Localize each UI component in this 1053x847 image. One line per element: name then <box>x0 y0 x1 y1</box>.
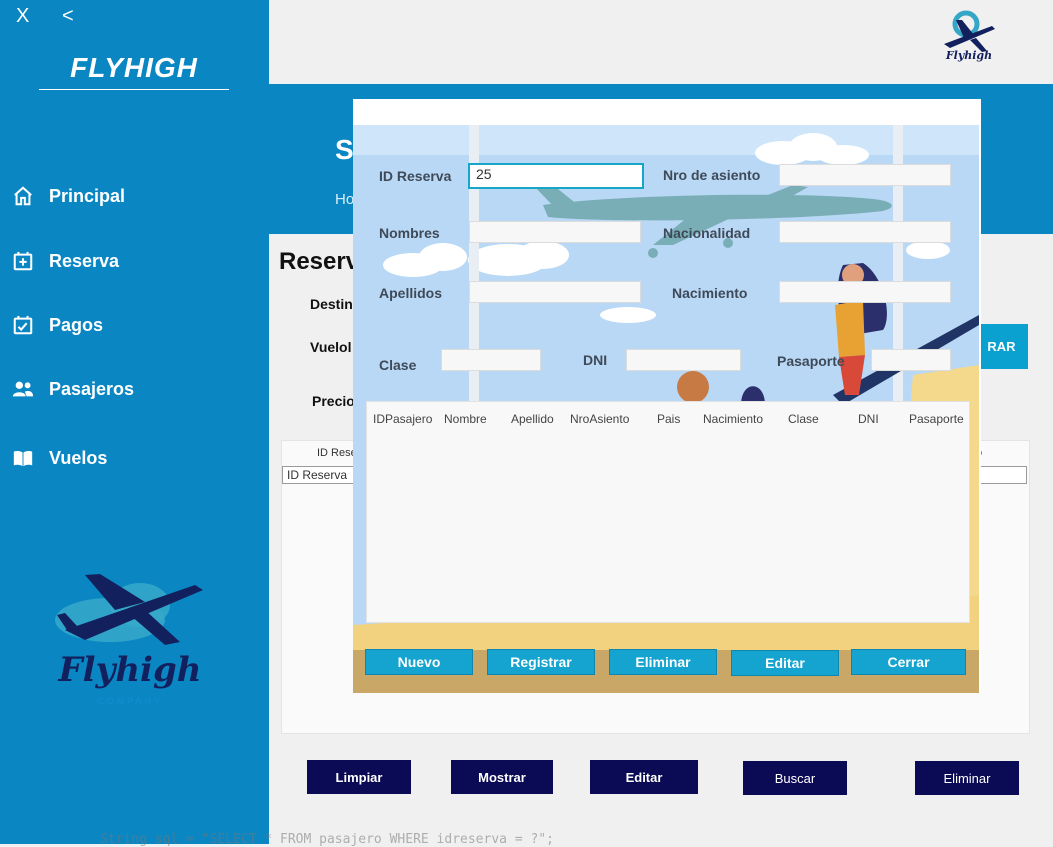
sidebar-item-label: Pasajeros <box>49 378 135 399</box>
brand-divider <box>39 89 229 90</box>
sidebar-item-label: Principal <box>49 185 126 206</box>
pasaporte-label: Pasaporte <box>777 353 845 369</box>
eliminar-dialog-button[interactable]: Eliminar <box>609 649 717 675</box>
nombres-label: Nombres <box>379 225 440 241</box>
destino-label: Destin <box>310 296 353 312</box>
passenger-dialog: ID Reserva 25 Nro de asiento Nombres Nac… <box>353 99 981 693</box>
vuelo-label: Vuelol <box>310 339 352 355</box>
sidebar: X < FLYHIGH Principal Reserva Pagos Pasa… <box>0 0 269 844</box>
buscar-button[interactable]: Buscar <box>743 761 847 795</box>
precio-label: Precio <box>312 393 355 409</box>
cerrar-button[interactable]: Cerrar <box>851 649 966 675</box>
header-logo-text: Flyhigh <box>945 49 993 62</box>
table-header-clase[interactable]: Clase <box>788 412 819 426</box>
eliminar-button[interactable]: Eliminar <box>915 761 1019 795</box>
table-header-apellido[interactable]: Apellido <box>511 412 554 426</box>
apellidos-label: Apellidos <box>379 285 443 301</box>
close-window-button[interactable]: X <box>16 5 29 28</box>
table-header-dni[interactable]: DNI <box>858 412 879 426</box>
table-header-idpasajero[interactable]: IDPasajero <box>373 412 432 426</box>
calendar-add-icon <box>13 251 33 271</box>
clase-label: Clase <box>379 357 417 373</box>
pasaporte-input[interactable] <box>871 349 951 371</box>
nuevo-button[interactable]: Nuevo <box>365 649 473 675</box>
editar-dialog-button[interactable]: Editar <box>731 650 839 676</box>
nro-asiento-label: Nro de asiento <box>663 167 761 183</box>
sidebar-item-principal[interactable]: Principal <box>12 185 125 207</box>
page-title: S <box>335 134 354 165</box>
section-title: Reserv <box>279 248 360 275</box>
id-reserva-input[interactable]: 25 <box>468 163 644 189</box>
sidebar-item-label: Vuelos <box>49 447 108 468</box>
id-reserva-label: ID Reserva <box>379 168 452 184</box>
calendar-check-icon <box>13 315 33 335</box>
nacionalidad-input[interactable] <box>779 221 951 243</box>
sidebar-item-label: Reserva <box>49 250 120 271</box>
mostrar-button[interactable]: Mostrar <box>451 760 553 794</box>
background-code-text: String sql = "SELECT * FROM pasajero WHE… <box>100 832 554 847</box>
sidebar-item-reserva[interactable]: Reserva <box>12 250 119 272</box>
nro-asiento-input[interactable] <box>779 164 951 186</box>
airplane-logo-icon <box>55 574 203 645</box>
home-icon <box>14 186 32 206</box>
registrar-button[interactable]: Registrar <box>487 649 595 675</box>
back-button[interactable]: < <box>62 5 74 28</box>
passengers-table[interactable]: IDPasajero Nombre Apellido NroAsiento Pa… <box>366 401 970 623</box>
nombres-input[interactable] <box>469 221 641 243</box>
table-header-nacimiento[interactable]: Nacimiento <box>703 412 763 426</box>
nacionalidad-label: Nacionalidad <box>663 225 751 241</box>
limpiar-button[interactable]: Limpiar <box>307 760 411 794</box>
editar-button[interactable]: Editar <box>590 760 698 794</box>
dni-label: DNI <box>583 352 608 368</box>
book-icon <box>13 450 33 467</box>
breadcrumb: Ho <box>335 191 355 208</box>
nacimiento-input[interactable] <box>779 281 951 303</box>
table-header-pais[interactable]: Pais <box>657 412 680 426</box>
sidebar-item-label: Pagos <box>49 314 104 335</box>
logo-subtitle: COMPANY <box>97 696 163 706</box>
header-logo: Flyhigh <box>940 8 998 68</box>
table-header-pasaporte[interactable]: Pasaporte <box>909 412 964 426</box>
nacimiento-label: Nacimiento <box>672 285 748 301</box>
sidebar-item-pagos[interactable]: Pagos <box>12 314 103 336</box>
apellidos-input[interactable] <box>469 281 641 303</box>
dni-input[interactable] <box>626 349 741 371</box>
sidebar-item-pasajeros[interactable]: Pasajeros <box>12 378 134 400</box>
table-header-nroasiento[interactable]: NroAsiento <box>570 412 629 426</box>
table-header-id: ID Rese <box>317 447 357 459</box>
flyhigh-logo: Flyhigh COMPANY <box>45 560 215 710</box>
brand-title: FLYHIGH <box>70 52 198 83</box>
sidebar-item-vuelos[interactable]: Vuelos <box>12 447 107 469</box>
top-bar <box>269 0 1053 84</box>
people-icon <box>12 381 34 397</box>
logo-text: Flyhigh <box>58 650 202 690</box>
clase-input[interactable] <box>441 349 541 371</box>
table-header-nombre[interactable]: Nombre <box>444 412 487 426</box>
search-button-partial[interactable]: RAR <box>975 324 1028 369</box>
